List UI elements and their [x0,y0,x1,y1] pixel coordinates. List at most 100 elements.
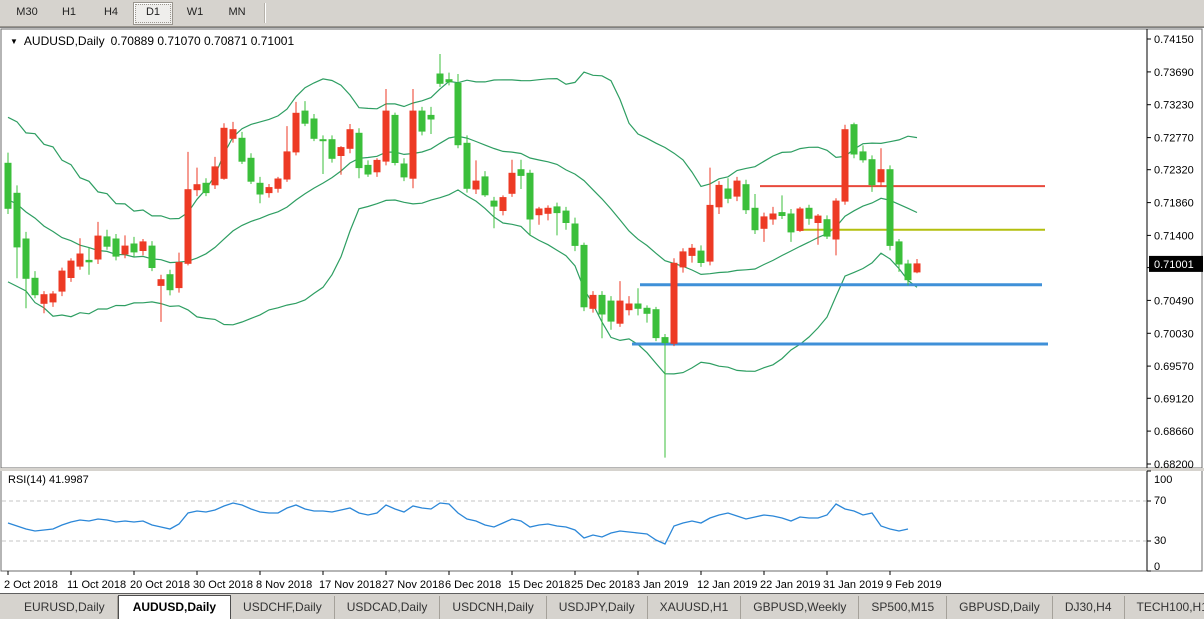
candle-bull [770,214,776,219]
chart-tab-audusd-daily[interactable]: AUDUSD,Daily [118,595,231,619]
candle-bear [527,173,533,219]
candle-bear [32,278,38,294]
candle-bear [779,213,785,216]
timeframe-button-d1[interactable]: D1 [133,2,173,25]
candle-bull [176,263,182,288]
candle-bull [158,280,164,286]
candle-bear [356,133,362,167]
candle-bear [446,80,452,82]
rsi-indicator-label: RSI(14) 41.9987 [8,474,89,486]
candle-bear [203,183,209,192]
candle-bull [914,264,920,272]
candle-bull [689,248,695,255]
candle-bear [806,208,812,218]
candle-bear [131,244,137,252]
candle-bull [212,167,218,185]
candle-bear [365,165,371,174]
candle-bear [599,295,605,314]
price-axis-label: 0.72320 [1154,165,1194,177]
candle-bull [374,160,380,171]
candle-bear [464,143,470,188]
candle-bear [104,237,110,246]
candle-bull [284,152,290,179]
chart-tab-eurusd-daily[interactable]: EURUSD,Daily [12,596,118,619]
candle-bull [59,271,65,291]
candle-bull [266,188,272,193]
candle-bear [302,111,308,123]
chart-window[interactable]: 0.741500.736900.732300.727700.723200.718… [0,27,1204,593]
candle-bear [563,211,569,222]
candle-bear [635,304,641,308]
candle-bear [491,201,497,206]
chart-tab-tech100-h1[interactable]: TECH100,H1 [1125,596,1204,619]
candle-bull [338,148,344,156]
candle-bear [14,193,20,247]
date-axis-label: 2 Oct 2018 [4,579,58,591]
chart-tab-usdcad-daily[interactable]: USDCAD,Daily [335,596,441,619]
candle-bear [329,140,335,159]
candle-bear [248,158,254,181]
date-axis-label: 3 Jan 2019 [634,579,688,591]
candle-bull [509,173,515,193]
timeframe-button-h4[interactable]: H4 [91,2,131,25]
rsi-axis-label: 70 [1154,495,1166,507]
candle-bull [536,209,542,215]
candle-bear [860,152,866,160]
date-axis-label: 22 Jan 2019 [760,579,821,591]
candle-bull [77,254,83,266]
date-axis-label: 15 Dec 2018 [508,579,570,591]
date-axis-label: 9 Feb 2019 [886,579,942,591]
price-axis-label: 0.72770 [1154,133,1194,145]
candle-bear [653,310,659,338]
timeframe-button-h1[interactable]: H1 [49,2,89,25]
candle-bull [347,130,353,149]
chart-tab-gbpusd-weekly[interactable]: GBPUSD,Weekly [741,596,859,619]
timeframe-button-w1[interactable]: W1 [175,2,215,25]
candle-bull [626,304,632,310]
toolbar-separator [264,3,266,23]
price-axis-label: 0.71860 [1154,198,1194,210]
timeframe-button-m30[interactable]: M30 [7,2,47,25]
price-chart-canvas[interactable]: 0.741500.736900.732300.727700.723200.718… [0,28,1204,593]
date-axis-label: 31 Jan 2019 [823,579,884,591]
candle-bear [662,338,668,343]
candle-bull [617,301,623,323]
chart-tab-usdjpy-daily[interactable]: USDJPY,Daily [547,596,648,619]
candle-bull [275,179,281,188]
candle-bear [401,164,407,177]
pane-separator[interactable] [0,468,1204,471]
price-axis-label: 0.69120 [1154,393,1194,405]
chart-tab-usdchf-daily[interactable]: USDCHF,Daily [231,596,335,619]
candle-bull [500,198,506,211]
candle-bull [122,246,128,254]
chart-tab-dj30-h4[interactable]: DJ30,H4 [1053,596,1125,619]
chart-tab-xauusd-h1[interactable]: XAUUSD,H1 [648,596,742,619]
candle-bear [419,111,425,131]
candle-bear [149,246,155,267]
candle-bear [86,260,92,261]
candle-bear [320,140,326,141]
timeframe-button-mn[interactable]: MN [217,2,257,25]
candle-bull [815,216,821,222]
candle-bull [473,181,479,189]
candle-bear [167,275,173,290]
date-axis-label: 25 Dec 2018 [571,579,633,591]
rsi-axis-label: 0 [1154,561,1160,573]
candle-bear [725,189,731,198]
price-axis-label: 0.69570 [1154,361,1194,373]
candle-bear [518,170,524,176]
chart-symbol-label: AUDUSD,Daily [24,34,105,48]
candle-bear [437,74,443,83]
candle-bear [698,251,704,262]
candle-bull [680,252,686,267]
rsi-axis-label: 30 [1154,535,1166,547]
candle-bear [392,115,398,162]
candle-bear [869,160,875,185]
chart-tab-gbpusd-daily[interactable]: GBPUSD,Daily [947,596,1053,619]
candle-bear [788,214,794,232]
candle-bear [896,242,902,264]
candle-bull [833,201,839,239]
chart-tab-usdcnh-daily[interactable]: USDCNH,Daily [440,596,546,619]
candle-bear [608,301,614,321]
chart-tab-sp500-m15[interactable]: SP500,M15 [859,596,947,619]
